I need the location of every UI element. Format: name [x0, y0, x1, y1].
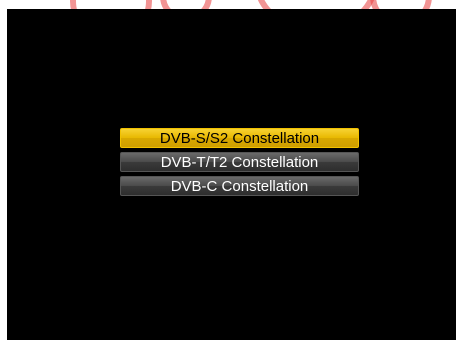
constellation-menu: DVB-S/S2 Constellation DVB-T/T2 Constell…: [120, 128, 359, 200]
page: DVB-S/S2 Constellation DVB-T/T2 Constell…: [0, 0, 462, 343]
device-screen: DVB-S/S2 Constellation DVB-T/T2 Constell…: [7, 9, 456, 340]
menu-item-dvb-t-t2-constellation[interactable]: DVB-T/T2 Constellation: [120, 152, 359, 172]
menu-item-dvb-s-s2-constellation[interactable]: DVB-S/S2 Constellation: [120, 128, 359, 148]
menu-item-dvb-c-constellation[interactable]: DVB-C Constellation: [120, 176, 359, 196]
